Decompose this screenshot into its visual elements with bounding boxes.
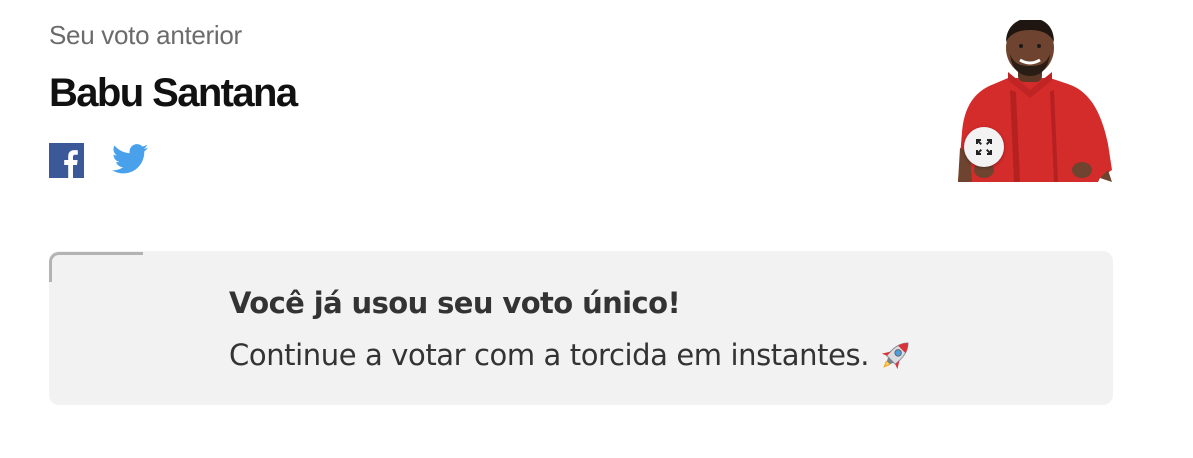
expand-icon xyxy=(976,139,992,155)
notice-corner-accent xyxy=(49,252,143,282)
rocket-icon xyxy=(881,342,909,370)
notice-message: Continue a votar com a torcida em instan… xyxy=(229,338,870,372)
candidate-name: Babu Santana xyxy=(49,71,298,115)
facebook-icon[interactable] xyxy=(49,142,84,178)
twitter-icon[interactable] xyxy=(112,141,148,179)
previous-vote-label: Seu voto anterior xyxy=(49,20,242,50)
vote-notice-box xyxy=(49,251,1113,405)
expand-photo-button[interactable] xyxy=(964,127,1004,167)
share-buttons xyxy=(49,141,148,179)
notice-title: Você já usou seu voto único! xyxy=(229,286,681,320)
notice-message-row: Continue a votar com a torcida em instan… xyxy=(229,336,915,374)
